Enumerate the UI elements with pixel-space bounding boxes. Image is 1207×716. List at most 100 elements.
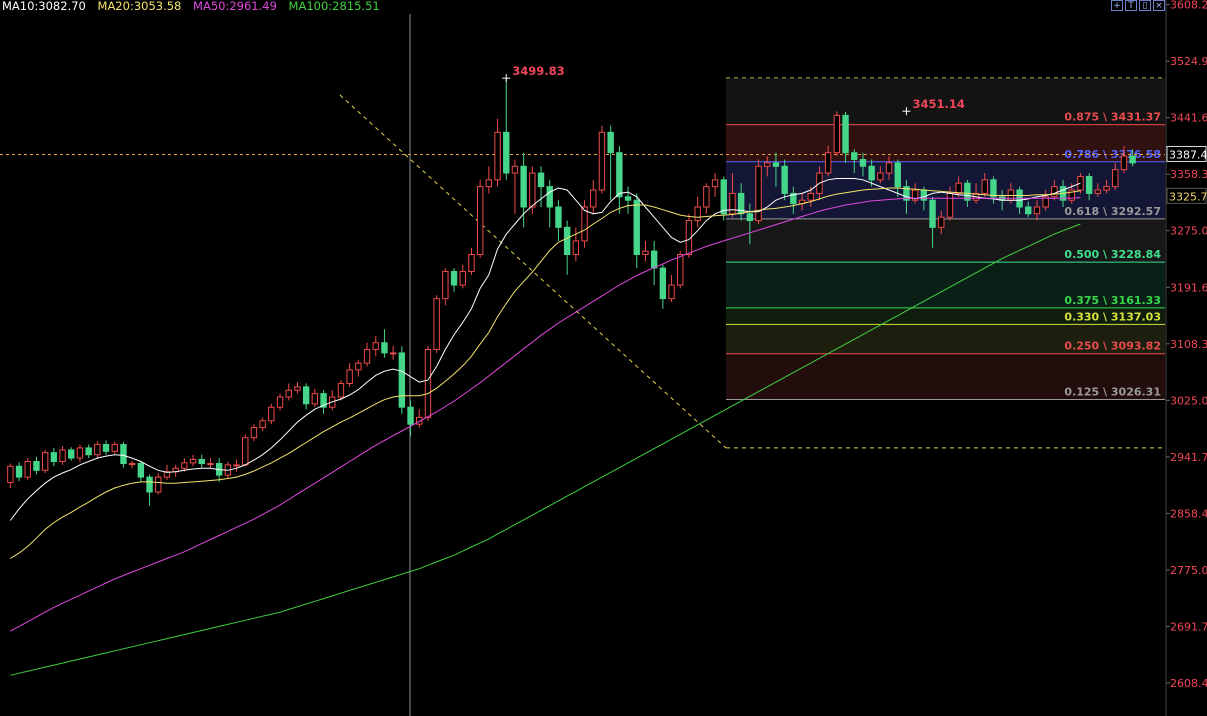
candle-body — [598, 131, 606, 191]
candle-body — [981, 179, 988, 194]
candle-body — [1120, 155, 1128, 171]
candle-body — [659, 267, 667, 300]
candle-body — [155, 476, 162, 493]
candle-body — [1051, 186, 1058, 198]
candle-body — [24, 460, 31, 478]
candle-body — [33, 460, 40, 471]
candle-body — [50, 452, 58, 462]
candle-body — [590, 189, 597, 208]
high-price-label: 3451.14 — [912, 97, 964, 111]
candle-body — [868, 165, 875, 181]
candle-body — [346, 369, 353, 384]
candle-body — [746, 213, 754, 222]
candle-body — [189, 458, 197, 464]
candle-body — [624, 196, 632, 201]
y-tick-label: 3025.0 — [1170, 394, 1207, 407]
candle-body — [476, 186, 484, 256]
candle-body — [877, 172, 884, 181]
candle-body — [41, 452, 49, 471]
ma50-label: MA50:2961.49 — [193, 0, 277, 13]
candle-body — [677, 254, 684, 286]
text-note-icon[interactable]: T — [1125, 0, 1137, 11]
candle-body — [250, 427, 258, 439]
candle-body — [964, 182, 971, 201]
candle-body — [233, 464, 240, 467]
y-tick-label: 3108.3 — [1170, 338, 1207, 351]
candle-body — [755, 165, 762, 222]
candle-body — [424, 349, 432, 418]
candle-body — [842, 114, 849, 154]
candle-body — [694, 206, 701, 222]
fib-level-label: 0.250 \ 3093.82 — [1064, 340, 1161, 353]
y-tick-label: 3358.3 — [1170, 168, 1207, 181]
close-icon[interactable]: × — [1153, 0, 1165, 11]
candle-body — [572, 240, 580, 256]
candlestick-chart[interactable]: 0.875 \ 3431.370.786 \ 3376.580.618 \ 32… — [0, 0, 1207, 716]
y-tick-label: 2941.7 — [1170, 451, 1207, 464]
fib-level-label: 0.618 \ 3292.57 — [1064, 205, 1161, 218]
candle-body — [929, 199, 936, 228]
candle-body — [1025, 206, 1032, 215]
candle-body — [59, 449, 66, 462]
price-label-icon[interactable]: ▯ — [1139, 0, 1151, 11]
candle-body — [372, 342, 379, 351]
candle-body — [355, 362, 362, 371]
candle-body — [181, 462, 188, 469]
y-tick-label: 2858.4 — [1170, 507, 1207, 520]
candle-body — [294, 386, 301, 391]
candle-body — [137, 463, 145, 478]
candle-body — [563, 226, 571, 256]
fib-level-label: 0.375 \ 3161.33 — [1064, 294, 1161, 307]
candle-body — [120, 444, 127, 465]
candle-body — [450, 270, 458, 286]
candle-body — [990, 179, 997, 198]
candle-body — [94, 444, 101, 456]
candle-body — [146, 476, 153, 493]
candle-body — [729, 192, 736, 215]
candle-body — [824, 152, 832, 174]
candle-body — [268, 406, 275, 422]
candle-body — [633, 199, 640, 256]
ma20-label: MA20:3053.58 — [97, 0, 182, 13]
candle-body — [337, 382, 345, 398]
chart-toolbar: + T ▯ × — [1111, 0, 1165, 12]
candle-body — [311, 393, 319, 405]
ma100-label: MA100:2815.51 — [288, 0, 380, 13]
candle-body — [207, 463, 214, 466]
candle-body — [546, 186, 553, 208]
candle-body — [128, 463, 136, 466]
candle-body — [459, 270, 466, 286]
candle-body — [537, 172, 545, 188]
candle-body — [1112, 169, 1119, 188]
candle-body — [1085, 175, 1093, 194]
candle-body — [85, 447, 92, 456]
candle-body — [668, 284, 675, 300]
candle-body — [68, 449, 75, 459]
ma-legend: MA10:3082.70 MA20:3053.58 MA50:2961.49 M… — [2, 0, 388, 13]
candle-body — [276, 396, 284, 408]
candle-body — [433, 298, 440, 351]
y-tick-label: 2775.0 — [1170, 564, 1207, 577]
candle-body — [494, 131, 501, 181]
candle-body — [520, 165, 527, 208]
candle-body — [389, 352, 397, 355]
candle-body — [15, 465, 23, 478]
candle-body — [833, 114, 841, 154]
crosshair-icon[interactable]: + — [1111, 0, 1123, 11]
candle-body — [720, 179, 727, 215]
candle-body — [703, 186, 710, 208]
candle-body — [511, 165, 519, 174]
candle-body — [442, 270, 449, 300]
candle-body — [642, 250, 649, 256]
y-tick-label: 3191.6 — [1170, 281, 1207, 294]
candle-body — [285, 389, 292, 398]
candle-body — [363, 349, 371, 364]
candle-body — [555, 206, 562, 228]
candle-body — [529, 172, 536, 208]
candle-body — [381, 342, 388, 354]
candle-body — [485, 179, 493, 188]
candle-body — [259, 420, 266, 429]
candle-body — [946, 192, 954, 218]
y-tick-label: 2691.7 — [1170, 620, 1207, 633]
candle-body — [851, 152, 858, 160]
